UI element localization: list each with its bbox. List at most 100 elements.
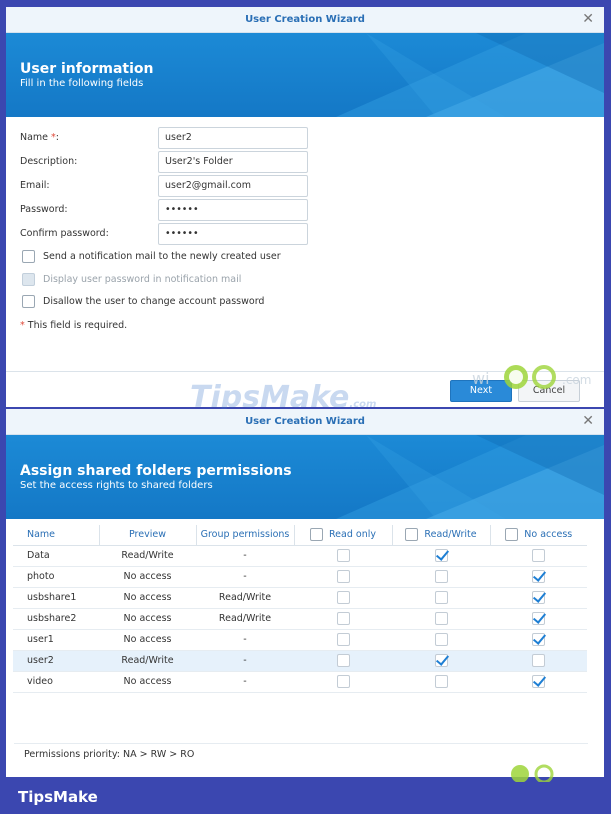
col-name[interactable]: Name <box>13 525 100 546</box>
logo-icon: wi .com <box>472 365 591 389</box>
read-only-checkbox[interactable] <box>336 570 350 583</box>
name-field[interactable]: user2 <box>158 127 308 149</box>
no-access-checkbox[interactable] <box>532 633 545 646</box>
no-access-all-checkbox[interactable] <box>505 528 519 542</box>
read-only-checkbox[interactable] <box>336 591 350 604</box>
read-write-checkbox[interactable] <box>434 549 448 562</box>
folder-name: video <box>13 671 99 693</box>
preview-cell: No access <box>99 608 196 630</box>
table-row[interactable]: usbshare2 No access Read/Write <box>13 608 587 630</box>
table-row[interactable]: video No access - <box>13 671 587 693</box>
group-permissions-cell: - <box>196 650 294 672</box>
table-row[interactable]: user2 Read/Write - <box>13 650 587 672</box>
disallow-change-password-label: Disallow the user to change account pass… <box>43 296 265 307</box>
read-only-checkbox[interactable] <box>336 633 350 646</box>
name-row: Name *: user2 <box>20 127 320 149</box>
read-write-checkbox[interactable] <box>434 591 448 604</box>
header-banner: User information Fill in the following f… <box>6 33 604 117</box>
table-row[interactable]: usbshare1 No access Read/Write <box>13 587 587 609</box>
permissions-priority-note: Permissions priority: NA > RW > RO <box>24 749 195 760</box>
checkbox-box[interactable] <box>22 273 35 286</box>
read-only-cell <box>294 587 392 609</box>
confirm-password-label: Confirm password: <box>20 228 109 239</box>
no-access-cell <box>490 566 587 588</box>
read-only-cell <box>294 566 392 588</box>
confirm-password-field[interactable]: •••••• <box>158 223 308 245</box>
read-only-checkbox[interactable] <box>336 612 350 625</box>
description-field[interactable]: User2's Folder <box>158 151 308 173</box>
checkbox-box[interactable] <box>22 250 35 263</box>
preview-cell: No access <box>99 671 196 693</box>
col-no-access[interactable]: No access <box>490 525 587 546</box>
read-only-cell <box>294 629 392 651</box>
read-only-checkbox[interactable] <box>336 675 350 688</box>
description-row: Description: User2's Folder <box>20 151 320 173</box>
read-only-checkbox[interactable] <box>336 654 350 667</box>
read-write-cell <box>392 650 490 672</box>
table-row[interactable]: photo No access - <box>13 566 587 588</box>
table-row[interactable]: user1 No access - <box>13 629 587 651</box>
group-permissions-cell: - <box>196 629 294 651</box>
read-only-checkbox[interactable] <box>336 549 350 562</box>
no-access-checkbox[interactable] <box>532 570 545 583</box>
read-only-all-checkbox[interactable] <box>310 528 323 542</box>
col-preview[interactable]: Preview <box>99 525 197 546</box>
window-title: User Creation Wizard <box>245 416 365 427</box>
no-access-checkbox[interactable] <box>532 549 545 562</box>
folder-name: Data <box>13 545 99 567</box>
read-write-all-checkbox[interactable] <box>405 528 419 542</box>
read-write-checkbox[interactable] <box>434 675 448 688</box>
no-access-checkbox[interactable] <box>532 612 545 625</box>
preview-cell: No access <box>99 629 196 651</box>
no-access-cell <box>490 545 587 567</box>
group-permissions-cell: - <box>196 545 294 567</box>
no-access-checkbox[interactable] <box>532 675 545 688</box>
folder-name: usbshare2 <box>13 608 99 630</box>
header-banner: Assign shared folders permissions Set th… <box>6 435 604 519</box>
preview-cell: No access <box>99 566 196 588</box>
no-access-cell <box>490 629 587 651</box>
window-title: User Creation Wizard <box>245 14 365 25</box>
banner-subtitle: Set the access rights to shared folders <box>20 480 213 491</box>
password-row: Password: •••••• <box>20 199 320 221</box>
table-row[interactable]: Data Read/Write - <box>13 545 587 567</box>
required-note: * This field is required. <box>20 320 128 331</box>
read-write-cell <box>392 608 490 630</box>
checkbox-box[interactable] <box>22 295 35 308</box>
group-permissions-cell: Read/Write <box>196 608 294 630</box>
preview-cell: No access <box>99 587 196 609</box>
no-access-cell <box>490 608 587 630</box>
read-write-checkbox[interactable] <box>434 612 448 625</box>
no-access-checkbox[interactable] <box>532 591 545 604</box>
brand-label: TipsMake <box>18 788 98 806</box>
preview-cell: Read/Write <box>99 545 196 567</box>
group-permissions-cell: - <box>196 566 294 588</box>
email-label: Email: <box>20 180 50 191</box>
preview-cell: Read/Write <box>99 650 196 672</box>
banner-subtitle: Fill in the following fields <box>20 78 144 89</box>
col-read-only[interactable]: Read only <box>294 525 393 546</box>
logo-icon <box>511 764 554 782</box>
read-write-cell <box>392 629 490 651</box>
col-group-permissions[interactable]: Group permissions <box>196 525 295 546</box>
col-read-write[interactable]: Read/Write <box>392 525 491 546</box>
read-write-checkbox[interactable] <box>434 633 448 646</box>
svg-text:.com: .com <box>562 373 591 387</box>
display-password-label: Display user password in notification ma… <box>43 274 242 285</box>
email-row: Email: user2@gmail.com <box>20 175 320 197</box>
divider <box>14 743 588 744</box>
password-field[interactable]: •••••• <box>158 199 308 221</box>
read-only-cell <box>294 608 392 630</box>
close-icon[interactable]: ✕ <box>582 11 594 27</box>
close-icon[interactable]: ✕ <box>582 413 594 429</box>
no-access-checkbox[interactable] <box>532 654 545 667</box>
read-write-checkbox[interactable] <box>434 570 448 583</box>
description-label: Description: <box>20 156 78 167</box>
email-field[interactable]: user2@gmail.com <box>158 175 308 197</box>
read-only-cell <box>294 545 392 567</box>
name-label: Name *: <box>20 132 59 143</box>
read-write-cell <box>392 545 490 567</box>
no-access-cell <box>490 650 587 672</box>
read-write-checkbox[interactable] <box>434 654 448 667</box>
read-write-cell <box>392 671 490 693</box>
